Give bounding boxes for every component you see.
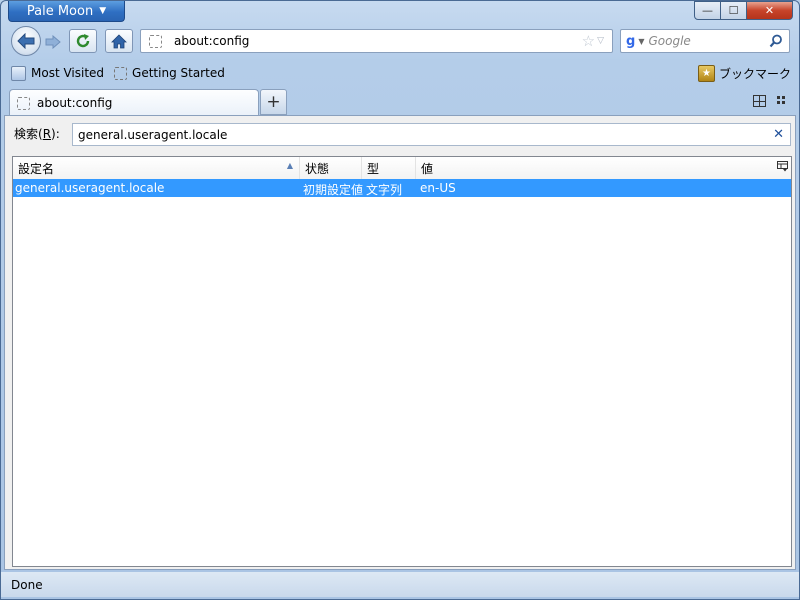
page-icon [114, 66, 128, 80]
back-arrow-icon [17, 33, 35, 49]
close-icon: ✕ [764, 4, 775, 17]
window-caption-buttons: — ☐ ✕ [694, 1, 793, 20]
column-label: 値 [421, 161, 434, 176]
tab-about-config[interactable]: about:config [9, 89, 259, 116]
clear-icon[interactable]: ✕ [773, 127, 784, 142]
column-label: 設定名 [18, 161, 55, 176]
sort-ascending-icon: ▲ [286, 161, 293, 170]
cell-status: 初期設定値 [303, 183, 364, 197]
list-all-tabs-icon[interactable] [777, 96, 787, 106]
config-table[interactable]: 設定名 ▲ 状態 型 値 general.useragent.locale 初期… [12, 156, 792, 567]
bookmarks-toolbar: Most Visited Getting Started ★ ブックマーク [1, 62, 799, 84]
cell-type: 文字列 [366, 183, 403, 197]
back-button[interactable] [11, 26, 41, 56]
forward-arrow-icon [45, 35, 61, 49]
bookmark-getting-started[interactable]: Getting Started [114, 66, 225, 80]
search-icon[interactable] [769, 34, 783, 48]
google-icon[interactable]: g [626, 34, 635, 49]
search-bar[interactable]: g ▼ Google [620, 29, 790, 53]
column-label: 状態 [305, 161, 330, 176]
filter-input[interactable]: general.useragent.locale ✕ [72, 123, 791, 146]
folder-search-icon [11, 65, 26, 81]
page-icon [149, 34, 162, 48]
browser-window: Pale Moon ▼ — ☐ ✕ about:config ☆ ▽ g ▼ G… [0, 0, 800, 600]
table-row[interactable]: general.useragent.locale 初期設定値 文字列 en-US [13, 179, 791, 197]
page-icon [17, 96, 30, 110]
about-config-page: 検索(R): general.useragent.locale ✕ 設定名 ▲ … [4, 115, 796, 570]
app-menu-button[interactable]: Pale Moon ▼ [8, 1, 125, 22]
reload-icon [76, 34, 90, 48]
search-label: 検索(R): [14, 125, 60, 142]
filter-value[interactable]: general.useragent.locale [78, 128, 773, 142]
chevron-down-icon: ▼ [99, 6, 107, 16]
search-engine-dropdown-icon[interactable]: ▼ [638, 37, 644, 46]
home-icon [111, 33, 127, 48]
new-tab-button[interactable]: + [260, 89, 287, 115]
maximize-icon: ☐ [728, 4, 739, 17]
tab-groups-icon[interactable] [753, 95, 766, 107]
column-header-status[interactable]: 状態 [300, 157, 362, 179]
close-button[interactable]: ✕ [747, 1, 793, 20]
plus-icon: + [266, 92, 281, 112]
column-header-name[interactable]: 設定名 ▲ [13, 157, 300, 179]
search-label-suffix: ): [51, 127, 60, 141]
minimize-icon: — [702, 4, 713, 17]
status-text: Done [11, 577, 43, 592]
column-picker-icon[interactable] [777, 161, 788, 172]
bookmarks-menu-label: ブックマーク [718, 67, 791, 81]
home-button[interactable] [105, 29, 133, 53]
bookmark-most-visited[interactable]: Most Visited [11, 65, 105, 81]
reload-button[interactable] [69, 29, 97, 53]
bookmarks-menu-button[interactable]: ★ ブックマーク [697, 65, 791, 82]
app-menu-label: Pale Moon [26, 3, 94, 19]
bookmark-label: Getting Started [132, 66, 225, 80]
search-label-accesskey: R [42, 127, 52, 141]
column-header-type[interactable]: 型 [362, 157, 416, 179]
bookmark-label: Most Visited [31, 66, 105, 80]
tab-strip: about:config + [1, 88, 799, 116]
search-label-prefix: 検索( [14, 127, 43, 141]
url-dropdown-icon[interactable]: ▽ [597, 36, 604, 46]
url-bar[interactable]: about:config ☆ ▽ [140, 29, 613, 53]
maximize-button[interactable]: ☐ [721, 1, 747, 20]
table-header: 設定名 ▲ 状態 型 値 [13, 157, 791, 180]
column-label: 型 [367, 161, 380, 176]
navigation-toolbar: about:config ☆ ▽ g ▼ Google [1, 24, 799, 58]
star-icon[interactable]: ☆ [582, 32, 595, 50]
url-text[interactable]: about:config [174, 34, 582, 48]
cell-name: general.useragent.locale [15, 181, 165, 195]
bookmark-star-icon: ★ [697, 65, 715, 82]
search-input[interactable]: Google [648, 34, 769, 48]
status-bar: Done [1, 572, 799, 597]
cell-value: en-US [420, 181, 456, 195]
minimize-button[interactable]: — [694, 1, 721, 20]
column-header-value[interactable]: 値 [416, 157, 773, 179]
tab-label: about:config [37, 96, 113, 110]
forward-button[interactable] [41, 31, 65, 53]
